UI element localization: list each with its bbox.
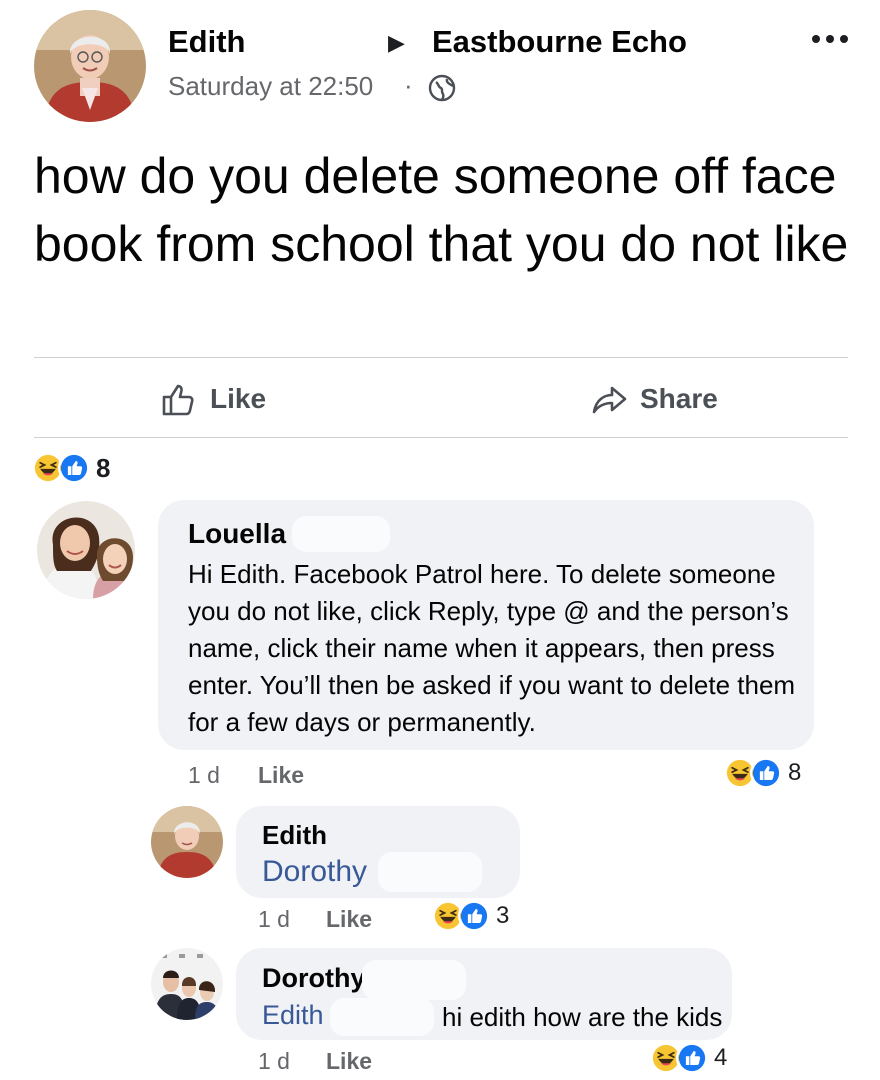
reply-age[interactable]: 1 d bbox=[258, 906, 290, 933]
share-arrow-icon bbox=[592, 386, 627, 414]
reply-author-name[interactable]: Edith bbox=[262, 820, 327, 851]
post-reactions[interactable]: 8 bbox=[32, 452, 110, 484]
comment-author-name[interactable]: Louella bbox=[188, 518, 286, 550]
reaction-count: 4 bbox=[714, 1044, 728, 1071]
like-reaction-icon bbox=[676, 1042, 708, 1074]
thumbs-up-icon bbox=[162, 384, 194, 416]
reply-mention-link[interactable]: Edith bbox=[262, 1000, 324, 1031]
comment-reactions[interactable]: 8 bbox=[724, 757, 801, 789]
separator-dot: · bbox=[404, 70, 413, 100]
reaction-count: 3 bbox=[496, 902, 510, 929]
posted-in-arrow-icon: ▶ bbox=[388, 30, 405, 55]
comment-like-button[interactable]: Like bbox=[258, 762, 304, 789]
reply-author-avatar[interactable] bbox=[151, 948, 223, 1020]
post-author-avatar[interactable] bbox=[34, 10, 146, 122]
like-reaction-icon bbox=[458, 900, 490, 932]
redacted-surname bbox=[292, 516, 390, 552]
share-button-label: Share bbox=[640, 383, 718, 414]
post-author-name[interactable]: Edith bbox=[168, 24, 246, 60]
like-reaction-icon bbox=[58, 452, 90, 484]
reply-age[interactable]: 1 d bbox=[258, 1048, 290, 1075]
reply-author-name[interactable]: Dorothy bbox=[262, 963, 366, 994]
more-options-icon[interactable] bbox=[812, 32, 852, 46]
reply-text: hi edith how are the kids bbox=[442, 1002, 723, 1032]
reply-mention-link[interactable]: Dorothy bbox=[262, 855, 367, 889]
redacted-surname bbox=[362, 960, 466, 1000]
post-group-name[interactable]: Eastbourne Echo bbox=[432, 24, 687, 60]
like-button-label: Like bbox=[210, 383, 267, 414]
divider bbox=[34, 357, 848, 358]
comment-age[interactable]: 1 d bbox=[188, 762, 220, 789]
like-reaction-icon bbox=[750, 757, 782, 789]
reaction-count: 8 bbox=[96, 452, 111, 483]
divider bbox=[34, 437, 848, 438]
post-body-text: how do you delete someone off face book … bbox=[34, 148, 849, 272]
reaction-count: 8 bbox=[788, 759, 802, 786]
reply-reactions[interactable]: 3 bbox=[432, 900, 509, 932]
reply-like-button[interactable]: Like bbox=[326, 1048, 372, 1075]
globe-icon bbox=[428, 74, 456, 102]
share-button[interactable]: Share bbox=[590, 380, 718, 418]
reply-reactions[interactable]: 4 bbox=[650, 1042, 727, 1074]
post-timestamp[interactable]: Saturday at 22:50 bbox=[168, 71, 373, 102]
redacted-surname bbox=[330, 998, 434, 1036]
reply-like-button[interactable]: Like bbox=[326, 906, 372, 933]
reply-author-avatar[interactable] bbox=[151, 806, 223, 878]
like-button[interactable]: Like bbox=[160, 380, 266, 418]
commenter-avatar[interactable] bbox=[37, 501, 135, 599]
redacted-surname bbox=[378, 852, 482, 892]
comment-text: Hi Edith. Facebook Patrol here. To delet… bbox=[188, 559, 796, 737]
